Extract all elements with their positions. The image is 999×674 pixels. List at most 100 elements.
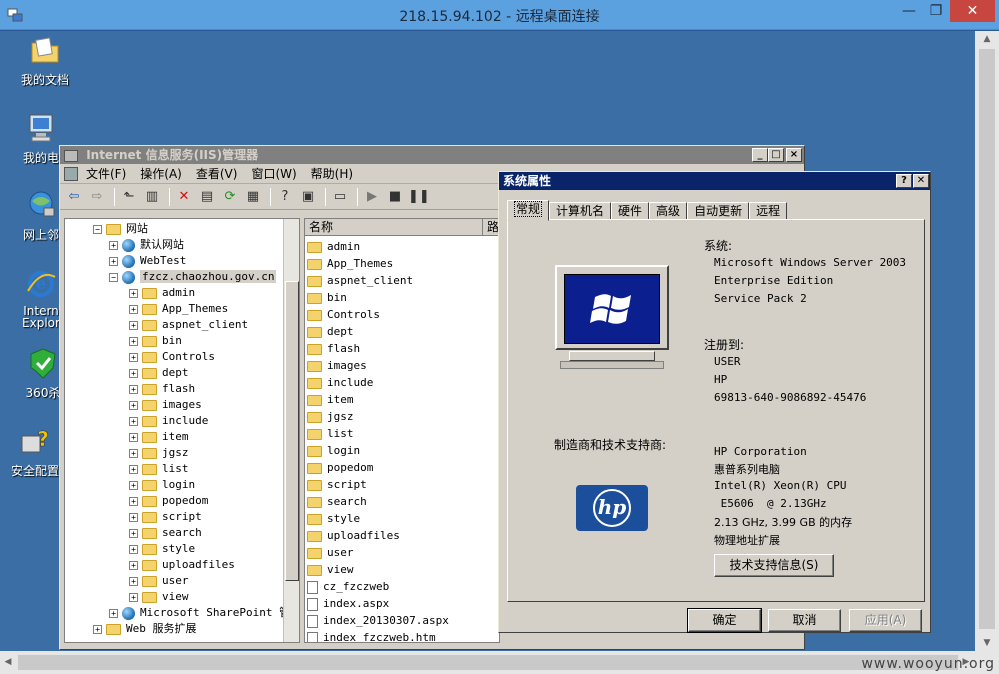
list-item-file[interactable]: index.aspx [307, 595, 389, 612]
expand-icon[interactable]: + [129, 384, 138, 394]
expand-icon[interactable]: + [129, 544, 138, 554]
scroll-up-icon[interactable]: ▲ [975, 31, 999, 47]
forward-arrow-icon[interactable]: ⇨ [87, 188, 107, 206]
list-item-folder[interactable]: flash [307, 340, 360, 357]
tree-node-site[interactable]: + 默认网站 [109, 237, 184, 253]
list-item-folder[interactable]: uploadfiles [307, 527, 400, 544]
tab-general[interactable]: 常规 [507, 200, 550, 221]
tree-folder-node[interactable]: + include [129, 413, 208, 429]
menu-action[interactable]: 操作(A) [140, 165, 182, 182]
expand-icon[interactable]: + [93, 624, 102, 634]
iis-list-pane[interactable]: 名称 路 admin App_Themes aspnet_client bin Cont… [304, 218, 500, 643]
back-arrow-icon[interactable]: ⇦ [64, 188, 84, 206]
help-button[interactable]: ? [896, 174, 912, 188]
list-item-file[interactable]: index_20130307.aspx [307, 612, 449, 629]
tree-folder-node[interactable]: + dept [129, 365, 189, 381]
cancel-button[interactable]: 取消 [768, 609, 841, 632]
properties-icon[interactable]: ▤ [197, 188, 217, 206]
list-item-folder[interactable]: images [307, 357, 367, 374]
tree-folder-node[interactable]: + view [129, 589, 189, 605]
mmc-icon[interactable]: ▣ [298, 188, 318, 206]
tree-folder-node[interactable]: + admin [129, 285, 195, 301]
collapse-icon[interactable]: − [109, 272, 118, 282]
iis-tree-pane[interactable]: − 网站 + 默认网站 + WebTest − fzcz.chaozhou.gov.cn… [64, 218, 300, 643]
scroll-down-icon[interactable]: ▼ [975, 635, 999, 651]
tree-node-site[interactable]: + WebTest [109, 253, 186, 269]
column-path-header[interactable]: 路 [483, 219, 499, 235]
expand-icon[interactable]: + [129, 304, 138, 314]
up-folder-icon[interactable]: ⬑ [119, 188, 139, 206]
iis-menu-icon[interactable] [64, 166, 78, 181]
rdp-horizontal-scrollbar[interactable]: ◀ ▶ www.wooyun.org [0, 651, 999, 674]
tree-scrollbar-thumb[interactable] [285, 281, 299, 581]
tree-scrollbar[interactable] [283, 219, 299, 642]
tab-remote[interactable]: 远程 [749, 202, 788, 220]
start-icon[interactable]: ▶ [362, 188, 382, 206]
list-item-folder[interactable]: list [307, 425, 354, 442]
list-item-folder[interactable]: view [307, 561, 354, 578]
expand-icon[interactable]: + [129, 336, 138, 346]
computer-icon[interactable]: ▭ [330, 188, 350, 206]
list-item-folder[interactable]: bin [307, 289, 347, 306]
iis-minimize-button[interactable]: _ [752, 148, 768, 162]
list-item-folder[interactable]: popedom [307, 459, 373, 476]
rdp-vertical-scrollbar-thumb[interactable] [979, 49, 995, 629]
tree-folder-node[interactable]: + aspnet_client [129, 317, 248, 333]
tree-folder-node[interactable]: + user [129, 573, 189, 589]
tab-auto-update[interactable]: 自动更新 [687, 202, 750, 220]
refresh-icon[interactable]: ⟳ [220, 188, 240, 206]
tree-node-site-selected[interactable]: − fzcz.chaozhou.gov.cn [109, 269, 277, 285]
tree-folder-node[interactable]: + style [129, 541, 195, 557]
close-button[interactable]: ✕ [950, 0, 995, 22]
menu-file[interactable]: 文件(F) [86, 165, 126, 182]
tree-folder-node[interactable]: + images [129, 397, 202, 413]
menu-view[interactable]: 查看(V) [196, 165, 238, 182]
list-item-file[interactable]: index_fzczweb.htm [307, 629, 436, 642]
expand-icon[interactable]: + [129, 592, 138, 602]
iis-close-button[interactable]: × [786, 148, 802, 162]
list-item-folder[interactable]: admin [307, 238, 360, 255]
tab-advanced[interactable]: 高级 [649, 202, 688, 220]
scroll-left-icon[interactable]: ◀ [0, 651, 16, 674]
tree-folder-node[interactable]: + jgsz [129, 445, 189, 461]
expand-icon[interactable]: + [129, 320, 138, 330]
delete-icon[interactable]: ✕ [174, 188, 194, 206]
list-item-folder[interactable]: script [307, 476, 367, 493]
tree-node-websites[interactable]: − 网站 [93, 221, 148, 237]
rdp-horizontal-scrollbar-thumb[interactable] [18, 655, 958, 670]
list-item-folder[interactable]: style [307, 510, 360, 527]
tree-node-sharepoint[interactable]: + Microsoft SharePoint 管 [109, 605, 290, 621]
desktop-icon-my-documents[interactable]: 我的文档 [10, 33, 80, 88]
menu-help[interactable]: 帮助(H) [311, 165, 353, 182]
apply-button[interactable]: 应用(A) [849, 609, 922, 632]
export-list-icon[interactable]: ▦ [243, 188, 263, 206]
menu-window[interactable]: 窗口(W) [251, 165, 296, 182]
list-item-folder[interactable]: include [307, 374, 373, 391]
expand-icon[interactable]: + [129, 560, 138, 570]
system-properties-dialog[interactable]: 系统属性 ? ✕ 常规 计算机名 硬件 高级 自动更新 远程 系统: Micro… [498, 171, 931, 633]
iis-maximize-button[interactable]: □ [768, 148, 784, 162]
tree-node-web-extensions[interactable]: + Web 服务扩展 [93, 621, 197, 637]
list-item-folder[interactable]: Controls [307, 306, 380, 323]
ok-button[interactable]: 确定 [687, 608, 762, 633]
expand-icon[interactable]: + [129, 400, 138, 410]
expand-icon[interactable]: + [129, 352, 138, 362]
list-item-folder[interactable]: aspnet_client [307, 272, 413, 289]
expand-icon[interactable]: + [129, 432, 138, 442]
tree-folder-node[interactable]: + uploadfiles [129, 557, 235, 573]
restore-button[interactable]: ❐ [922, 0, 950, 22]
minimize-button[interactable]: — [895, 0, 923, 22]
tree-folder-node[interactable]: + flash [129, 381, 195, 397]
list-item-folder[interactable]: login [307, 442, 360, 459]
list-item-folder[interactable]: dept [307, 323, 354, 340]
tree-folder-node[interactable]: + Controls [129, 349, 215, 365]
expand-icon[interactable]: + [109, 608, 118, 618]
expand-icon[interactable]: + [129, 416, 138, 426]
collapse-icon[interactable]: − [93, 224, 102, 234]
expand-icon[interactable]: + [129, 480, 138, 490]
expand-icon[interactable]: + [129, 448, 138, 458]
tree-folder-node[interactable]: + item [129, 429, 189, 445]
expand-icon[interactable]: + [129, 464, 138, 474]
column-name-header[interactable]: 名称 [305, 219, 483, 235]
tab-hardware[interactable]: 硬件 [611, 202, 650, 220]
